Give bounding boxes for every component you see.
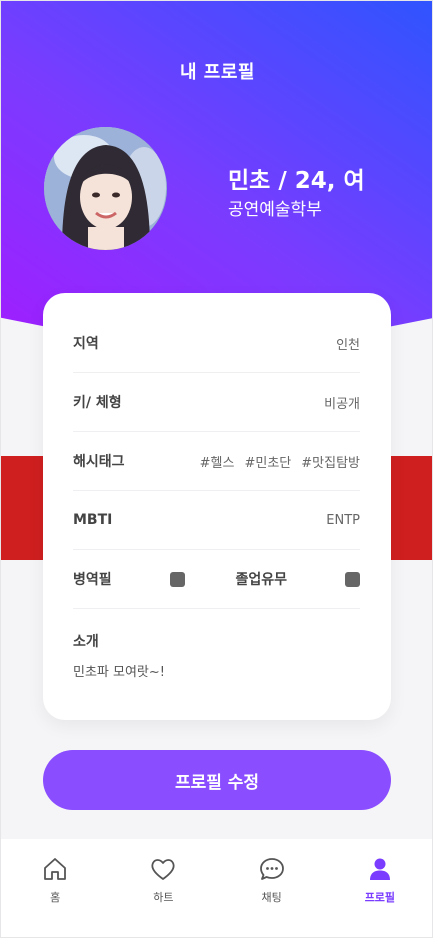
intro-label: 소개	[73, 634, 99, 650]
mbti-label: MBTI	[73, 512, 113, 528]
chat-icon	[259, 858, 284, 880]
hashtag-list: #헬스 #민초단 #맛집탐방	[200, 452, 360, 471]
avatar[interactable]	[44, 127, 167, 250]
height-body-label: 키/ 체형	[73, 395, 122, 411]
height-body-value: 비공개	[324, 396, 360, 412]
home-icon	[44, 858, 67, 880]
region-row: 지역 인천	[73, 314, 360, 373]
avatar-photo	[44, 127, 167, 250]
mbti-row: MBTI ENTP	[73, 491, 360, 550]
nav-label-chat: 채팅	[261, 891, 282, 904]
nav-item-home[interactable]: 홈	[10, 855, 100, 905]
heart-icon	[151, 859, 175, 880]
page-title: 내 프로필	[179, 62, 255, 83]
hashtag: #민초단	[244, 455, 292, 471]
profile-name-age-gender: 민초 / 24, 여	[228, 168, 365, 194]
nav-label-profile: 프로필	[364, 891, 396, 904]
military-checkbox[interactable]	[169, 571, 185, 587]
region-value: 인천	[336, 337, 360, 353]
intro-text: 민초파 모여랏~!	[73, 665, 165, 680]
mbti-value: ENTP	[326, 512, 360, 528]
intro-section: 소개 민초파 모여랏~!	[73, 631, 360, 680]
height-body-row: 키/ 체형 비공개	[73, 373, 360, 432]
nav-item-chat[interactable]: 채팅	[227, 855, 317, 905]
bottom-navigation: 홈 하트 채팅 프로필	[1, 839, 432, 937]
nav-label-home: 홈	[50, 891, 61, 904]
profile-info-card: 지역 인천 키/ 체형 비공개 해시태그 #헬스 #민초단 #맛집탐방 MBTI…	[43, 293, 391, 720]
person-icon	[369, 858, 390, 880]
military-group: 병역필	[73, 569, 185, 589]
profile-department: 공연예술학부	[228, 200, 322, 220]
hashtag: #헬스	[199, 455, 235, 471]
nav-label-heart: 하트	[153, 891, 174, 904]
military-label: 병역필	[73, 572, 112, 588]
nav-item-profile[interactable]: 프로필	[335, 855, 425, 905]
app-screen: 내 프로필 민초 / 24, 여 공연예술학부 지역 인천 키/ 체형 비공개 …	[0, 0, 433, 938]
hashtag: #맛집탐방	[301, 455, 360, 471]
checks-row: 병역필 졸업유무	[73, 550, 360, 609]
region-label: 지역	[73, 336, 99, 352]
graduated-label: 졸업유무	[235, 572, 287, 588]
nav-item-heart[interactable]: 하트	[118, 855, 208, 905]
graduated-group: 졸업유무	[235, 569, 360, 589]
graduated-checkbox[interactable]	[345, 571, 360, 587]
edit-profile-button[interactable]: 프로필 수정	[43, 750, 391, 810]
hashtags-row: 해시태그 #헬스 #민초단 #맛집탐방	[73, 432, 360, 491]
hashtags-label: 해시태그	[73, 454, 125, 470]
